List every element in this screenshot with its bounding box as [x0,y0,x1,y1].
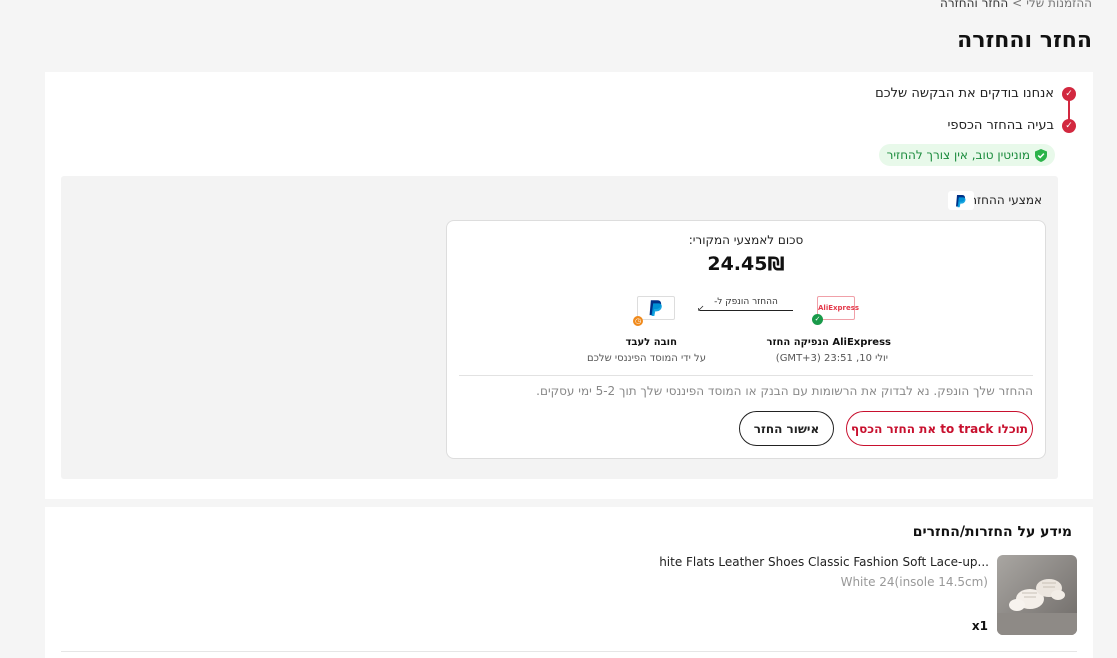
product-name-link[interactable]: hite Flats Leather Shoes Classic Fashion… [659,555,989,569]
arrow-left-icon: ↙ [697,304,705,314]
confirm-refund-button[interactable]: אישור החזר [739,411,834,446]
divider [61,651,1077,652]
aliexpress-issued-refund-title: AliExpress הנפיקה החזר [766,337,891,348]
aliexpress-logo: AliExpress [817,296,859,320]
paypal-icon [637,296,675,320]
refund-info-text: ההחזר שלך הונפק. נא לבדוק את הרשומות עם … [536,384,1033,398]
check-icon: ✓ [1062,87,1076,101]
track-refund-button[interactable]: תוכלו to track את החזר הכסף [846,411,1033,446]
product-quantity: x1 [971,619,988,633]
original-method-sum-label: סכום לאמצעי המקורי: [688,233,804,247]
page-title: החזר והחזרה [957,28,1092,53]
reputation-badge-text: מוניטין טוב, אין צורך להחזיר [886,148,1030,162]
return-info-title: מידע על החזרות/החזרים [912,524,1072,540]
breadcrumb-separator: > [1012,0,1023,10]
refund-amount: 24.45₪ [707,253,785,275]
check-icon: ✓ [812,314,823,325]
divider [459,375,1033,376]
step-refund-problem: בעיה בהחזר הכספי [947,118,1055,133]
reputation-badge: מוניטין טוב, אין צורך להחזיר [878,144,1055,166]
refund-method-label: אמצעי ההחזר: [966,193,1042,207]
paypal-status-title: חובה לעבד [625,337,677,348]
product-variant: White 24(insole 14.5cm) [840,575,988,589]
breadcrumb: ההזמנות שלי>החזר והחזרה [940,0,1092,10]
product-image[interactable] [997,555,1077,635]
check-icon: ✓ [1062,119,1076,133]
breadcrumb-my-orders-link[interactable]: ההזמנות שלי [1026,0,1092,10]
clock-icon: ◷ [633,316,643,326]
refund-issue-date: יולי 10, 23:51 (GMT+3) [775,353,888,364]
paypal-status-subtitle: על ידי המוסד הפיננסי שלכם [586,353,706,364]
step-reviewing-request: אנחנו בודקים את הבקשה שלכם [875,86,1054,101]
shield-check-icon [1035,148,1047,162]
paypal-icon [948,191,974,210]
breadcrumb-current: החזר והחזרה [940,0,1009,10]
flow-line [700,310,793,311]
refund-issued-to-label: ההחזר הונפק ל- [714,297,778,307]
